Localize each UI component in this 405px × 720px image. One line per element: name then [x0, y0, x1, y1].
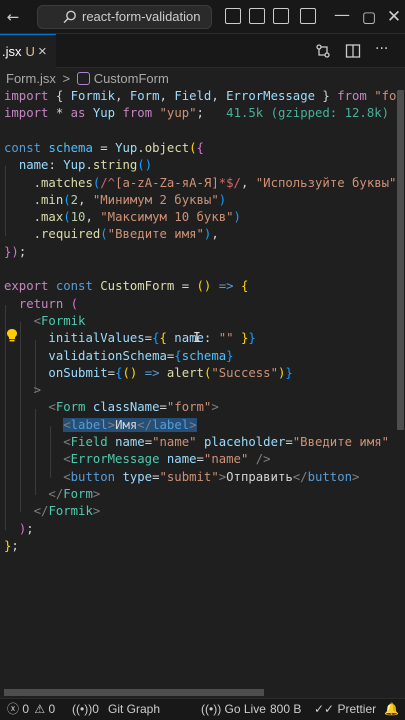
tab-filename: .jsx — [2, 44, 22, 59]
code-line: <Field name="name" placeholder="Введите … — [63, 435, 397, 449]
code-line: <Form className="form"> — [48, 400, 219, 415]
warning-count: 0 — [48, 702, 56, 716]
maximize-icon[interactable]: ▢ — [360, 8, 378, 26]
notifications-bell-icon[interactable]: 🔔 — [384, 699, 399, 720]
prettier-status[interactable]: ✓✓ Prettier — [314, 699, 376, 720]
breadcrumb-separator: > — [62, 71, 71, 86]
code-editor[interactable]: import { Formik, Form, Field, ErrorMessa… — [0, 88, 397, 684]
radio-tower-icon: ((•)) — [72, 702, 93, 716]
tab-form-jsx[interactable]: .jsx U × — [0, 34, 56, 68]
code-line: export const CustomForm = () => { — [4, 279, 249, 294]
compare-changes-icon[interactable] — [315, 43, 331, 59]
problems-indicator[interactable]: ⓧ 0 ⚠ 0 — [7, 699, 55, 720]
search-icon — [63, 10, 76, 24]
warning-icon: ⚠ — [34, 702, 46, 716]
vertical-scrollbar[interactable] — [397, 90, 404, 430]
code-line: <ErrorMessage name="name" /> — [63, 452, 271, 467]
breadcrumb-file[interactable]: Form.jsx — [6, 71, 56, 86]
import-cost-hint: 41.5k (gzipped: 12.8k) — [203, 106, 390, 121]
code-line: import * as Yup from "yup"; 41.5k (gzipp… — [4, 106, 390, 121]
split-editor-icon[interactable] — [345, 43, 361, 59]
lightbulb-icon[interactable] — [6, 328, 18, 342]
code-line: import { Formik, Form, Field, ErrorMessa… — [4, 89, 397, 103]
tab-close-icon[interactable]: × — [38, 35, 47, 68]
command-center-search[interactable]: react-form-validation — [37, 5, 212, 29]
back-arrow-icon[interactable]: ← — [4, 8, 22, 26]
code-line: }); — [4, 244, 27, 259]
code-line-selected: <label>Имя</label> — [4, 417, 197, 434]
customize-layout-icon[interactable] — [300, 8, 316, 24]
prettier-label: Prettier — [337, 702, 377, 716]
code-line: name: Yup.string() — [18, 158, 153, 173]
toggle-panel-icon[interactable] — [249, 8, 265, 24]
selection-highlight: <label>Имя</label> — [63, 417, 197, 432]
text-cursor-icon: I — [193, 331, 201, 346]
code-line: onSubmit={() => alert("Success")} — [48, 365, 293, 380]
code-line: .max(10, "Максимум 10 букв") — [4, 210, 241, 225]
code-line: .required("Введите имя"), — [4, 227, 219, 242]
file-size: 800 B — [270, 702, 302, 716]
minimize-icon[interactable]: — — [333, 6, 351, 24]
code-line: .matches(/^[a-zA-Za-яА-Я]*$/, "Используй… — [4, 175, 397, 190]
broadcast-icon: ((•)) — [201, 702, 222, 716]
close-window-icon[interactable]: ✕ — [385, 8, 403, 26]
go-live-label: Go Live — [224, 702, 266, 716]
breadcrumb: Form.jsx > CustomForm — [0, 68, 405, 90]
code-line: <button type="submit">Отправить</button> — [63, 469, 360, 484]
more-actions-icon[interactable]: ··· — [375, 42, 391, 59]
code-line: const schema = Yup.object({ — [4, 140, 204, 155]
code-line: </Formik> — [33, 504, 101, 519]
tab-bar: .jsx U × ··· — [0, 34, 405, 68]
search-text: react-form-validation — [82, 9, 201, 24]
code-line: .min(2, "Минимум 2 буквы") — [4, 192, 227, 207]
error-count: 0 — [22, 702, 30, 716]
status-bar: ⓧ 0 ⚠ 0 ((•))0 Git Graph ((•)) Go Live 8… — [0, 698, 405, 720]
go-live-button[interactable]: ((•)) Go Live — [201, 699, 266, 720]
code-line: </Form> — [48, 486, 101, 501]
horizontal-scrollbar[interactable] — [4, 689, 264, 696]
title-bar: ← react-form-validation — ▢ ✕ — [0, 0, 405, 34]
symbol-icon — [76, 72, 90, 85]
toggle-secondary-sidebar-icon[interactable] — [273, 8, 289, 24]
toggle-sidebar-icon[interactable] — [225, 8, 241, 24]
ports-count: 0 — [92, 702, 99, 716]
double-check-icon: ✓✓ — [314, 702, 335, 716]
code-line: return ( — [18, 296, 79, 311]
code-line: initialValues={{ name: "" }} — [48, 331, 256, 346]
error-icon: ⓧ — [7, 702, 20, 716]
editor-actions: ··· — [315, 42, 391, 59]
code-line: ); — [18, 521, 34, 536]
tab-modified-badge: U — [25, 44, 35, 59]
breadcrumb-symbol[interactable]: CustomForm — [94, 71, 169, 86]
code-line: > — [33, 383, 42, 398]
git-graph-button[interactable]: Git Graph — [108, 699, 160, 720]
code-line: validationSchema={schema} — [48, 348, 234, 363]
ports-indicator[interactable]: ((•))0 — [72, 699, 99, 720]
code-line: }; — [4, 538, 19, 553]
